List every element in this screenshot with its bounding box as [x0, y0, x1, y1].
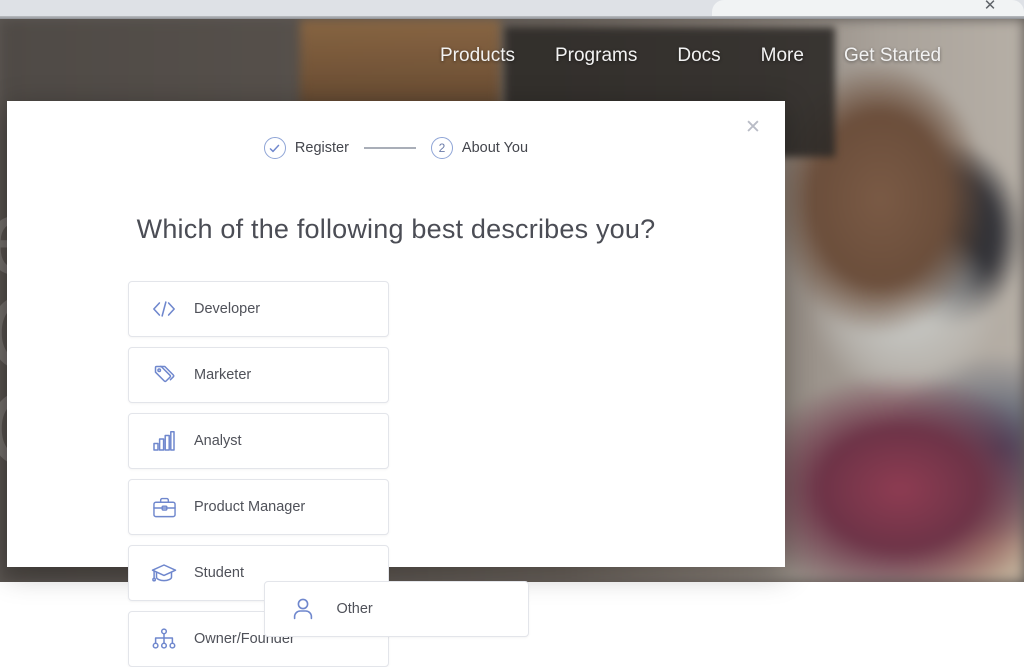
person-icon	[289, 595, 317, 623]
nav-link-programs[interactable]: Programs	[555, 45, 637, 67]
page-title: Which of the following best describes yo…	[136, 214, 656, 244]
site-navigation: Products Programs Docs More Get Started	[440, 40, 1024, 72]
option-label-product-manager: Product Manager	[194, 499, 306, 515]
browser-tab[interactable]	[712, 0, 1024, 16]
nav-link-docs[interactable]: Docs	[677, 45, 720, 67]
option-other[interactable]: Other	[263, 581, 529, 637]
registration-stepper: Register 2 About You	[7, 137, 785, 159]
stepper-step-about-you[interactable]: 2 About You	[430, 137, 529, 159]
option-label-other: Other	[336, 601, 373, 617]
role-options-last-row: Other	[7, 581, 785, 637]
option-marketer[interactable]: Marketer	[128, 347, 389, 403]
stepper-step-register[interactable]: Register	[263, 137, 349, 159]
browser-chrome-strip: ✕	[0, 0, 1024, 16]
briefcase-icon	[150, 493, 178, 521]
option-label-developer: Developer	[194, 301, 261, 317]
option-label-marketer: Marketer	[194, 367, 252, 383]
tab-close-icon[interactable]: ✕	[980, 0, 1000, 16]
option-label-analyst: Analyst	[194, 433, 242, 449]
nav-link-products[interactable]: Products	[440, 45, 515, 67]
nav-link-more[interactable]: More	[761, 45, 804, 67]
stepper-label-about-you: About You	[461, 140, 529, 156]
option-analyst[interactable]: Analyst	[128, 413, 389, 469]
stepper-step-number: 2	[438, 141, 446, 155]
bar-chart-icon	[150, 427, 178, 455]
stepper-label-register: Register	[294, 140, 349, 156]
option-developer[interactable]: Developer	[128, 281, 389, 337]
option-label-student: Student	[194, 565, 244, 581]
code-brackets-icon	[150, 295, 178, 323]
stepper-connector	[363, 147, 416, 149]
check-circle-icon	[263, 137, 286, 159]
nav-link-get-started[interactable]: Get Started	[844, 45, 941, 67]
step-number-circle: 2	[430, 137, 453, 159]
tags-icon	[150, 361, 178, 389]
about-you-modal: ✕ Register 2 About You Which of the foll…	[7, 101, 785, 667]
option-product-manager[interactable]: Product Manager	[128, 479, 389, 535]
